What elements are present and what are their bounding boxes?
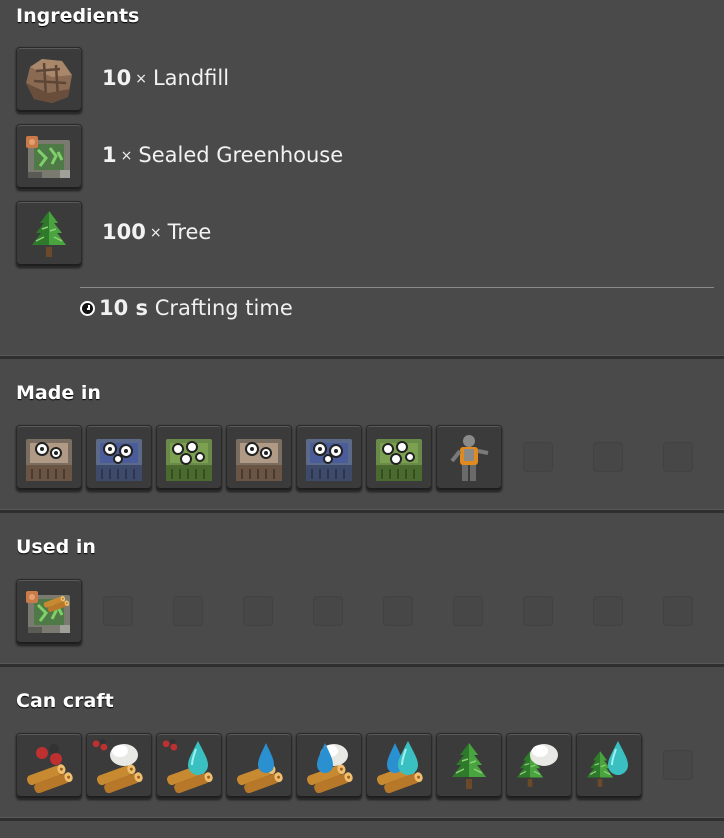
made-in-section: Made in xyxy=(0,359,724,511)
wood-from-soil-water-icon[interactable] xyxy=(296,733,362,799)
wood-from-water-2-icon[interactable] xyxy=(366,733,432,799)
times-sign: × xyxy=(135,71,147,87)
assembling-machine-3-icon[interactable] xyxy=(156,425,222,491)
empty-slot xyxy=(646,579,712,645)
empty-slot xyxy=(86,579,152,645)
empty-slot xyxy=(366,579,432,645)
assembling-machine-1-icon[interactable] xyxy=(16,425,82,491)
crafting-time-label: Crafting time xyxy=(154,296,293,320)
sealed-greenhouse-icon[interactable] xyxy=(16,124,82,190)
ingredient-name: Landfill xyxy=(152,66,230,90)
ingredient-label: 100 × Tree xyxy=(102,220,211,244)
clock-icon xyxy=(80,301,95,316)
times-sign: × xyxy=(120,148,133,164)
section-divider xyxy=(0,817,724,821)
empty-slot xyxy=(506,579,572,645)
assembling-machine-2-icon[interactable] xyxy=(296,425,362,491)
landfill-icon[interactable] xyxy=(16,47,82,113)
ingredient-name: Sealed Greenhouse xyxy=(138,143,344,167)
empty-slot xyxy=(576,425,642,491)
tree-from-water-icon[interactable] xyxy=(576,733,642,799)
used-in-section: Used in xyxy=(0,513,724,665)
wood-from-seeds-water-icon[interactable] xyxy=(156,733,222,799)
empty-slot xyxy=(506,425,572,491)
crafting-time: 10 s Crafting time xyxy=(80,296,293,320)
tree-from-soil-icon[interactable] xyxy=(506,733,572,799)
tree-icon[interactable] xyxy=(436,733,502,799)
empty-slot xyxy=(226,579,292,645)
wood-from-water-icon[interactable] xyxy=(226,733,292,799)
tree-icon[interactable] xyxy=(16,201,82,267)
empty-slot xyxy=(646,425,712,491)
ingredient-amount: 1 xyxy=(102,143,117,167)
crafting-time-value: 10 s xyxy=(99,296,149,320)
ingredient-label: 1 × Sealed Greenhouse xyxy=(102,143,343,167)
assembling-machine-2-icon[interactable] xyxy=(86,425,152,491)
empty-slot xyxy=(646,733,712,799)
ingredients-section: Ingredients 10 × Landfill 1 × Sealed Greenho… xyxy=(0,0,724,356)
ingredient-amount: 100 xyxy=(102,220,146,244)
assembling-machine-1-icon[interactable] xyxy=(226,425,292,491)
empty-slot xyxy=(156,579,222,645)
empty-slot xyxy=(296,579,362,645)
ingredient-name: Tree xyxy=(167,220,212,244)
wood-from-soil-icon[interactable] xyxy=(86,733,152,799)
can-craft-section: Can craft xyxy=(0,667,724,819)
assembling-machine-3-icon[interactable] xyxy=(366,425,432,491)
crafting-time-divider xyxy=(80,287,714,288)
can-craft-title: Can craft xyxy=(16,690,114,712)
wood-from-seeds-icon[interactable] xyxy=(16,733,82,799)
empty-slot xyxy=(576,579,642,645)
times-sign: × xyxy=(149,225,162,241)
ingredients-title: Ingredients xyxy=(16,5,140,27)
ingredient-label: 10 × Landfill xyxy=(102,66,229,90)
made-in-title: Made in xyxy=(16,382,101,404)
sealed-greenhouse-recipe-icon[interactable] xyxy=(16,579,82,645)
empty-slot xyxy=(436,579,502,645)
ingredient-amount: 10 xyxy=(102,66,132,90)
used-in-title: Used in xyxy=(16,536,96,558)
character-icon[interactable] xyxy=(436,425,502,491)
